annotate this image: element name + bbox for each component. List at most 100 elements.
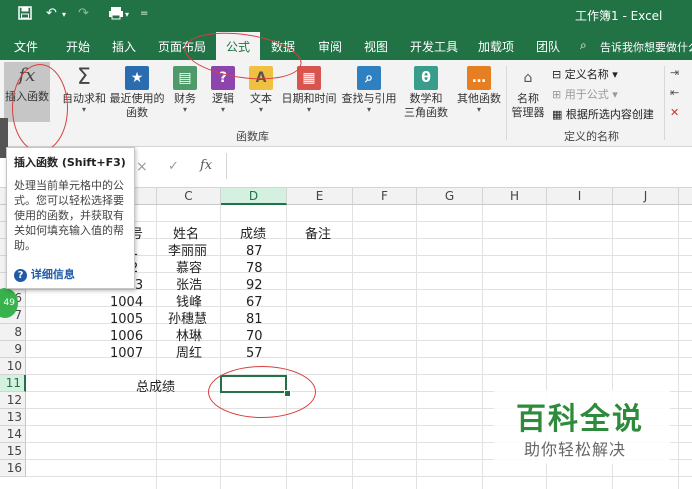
column-header-h[interactable]: H: [483, 188, 547, 205]
print-dropdown-icon[interactable]: ▾: [125, 10, 129, 19]
math-trig-button[interactable]: θ 数学和 三角函数: [400, 64, 452, 120]
cell-name[interactable]: 林琳: [176, 328, 202, 345]
watermark-title: 百科全说: [516, 402, 644, 437]
enter-icon[interactable]: ✓: [168, 159, 179, 174]
cell-score[interactable]: 70: [246, 328, 263, 345]
more-functions-icon: …: [467, 66, 491, 90]
watermark: 百科全说 助你轻松解决: [494, 390, 670, 464]
window-title: 工作簿1 - Excel: [575, 9, 663, 23]
cell-name[interactable]: 周红: [176, 345, 202, 362]
row-header[interactable]: 8: [0, 324, 26, 341]
save-icon[interactable]: [18, 6, 32, 24]
group-separator: [506, 66, 507, 140]
tooltip-body: 处理当前单元格中的公式。您可以轻松选择要使用的函数，并获取有关如何填充输入值的帮…: [14, 179, 124, 252]
trace-dependents-icon[interactable]: ⇤: [670, 86, 679, 99]
define-name-icon: ⊟: [552, 68, 562, 81]
cell-id[interactable]: 1005: [110, 311, 143, 328]
redo-icon: ↷: [78, 6, 89, 21]
ribbon-formulas: fx 插入函数 Σ 自动求和 ▾ ★ 最近使用的 函数 ▤ 财务 ▾ ? 逻辑 …: [0, 60, 692, 147]
cell-score[interactable]: 87: [246, 243, 263, 260]
tooltip-more-info-link[interactable]: ? 详细信息: [14, 266, 75, 282]
row-header[interactable]: 15: [0, 443, 26, 460]
tooltip-title: 插入函数 (Shift+F3): [14, 156, 126, 169]
cell-header-score[interactable]: 成绩: [240, 226, 266, 243]
remove-arrows-icon[interactable]: ✕: [670, 106, 679, 119]
lookup-reference-button[interactable]: ⌕ 查找与引用 ▾: [340, 64, 398, 114]
cell-name[interactable]: 张浩: [176, 277, 202, 294]
customize-qat-icon[interactable]: =: [140, 8, 148, 19]
create-from-selection-icon: ▦: [552, 108, 563, 121]
defined-names-group-label: 定义的名称: [564, 130, 619, 143]
cell-name[interactable]: 慕容: [176, 260, 202, 277]
tab-review[interactable]: 审阅: [318, 38, 342, 55]
watermark-subtitle: 助你轻松解决: [524, 440, 627, 459]
calendar-book-icon: ▦: [297, 66, 321, 90]
cell-id[interactable]: 1007: [110, 345, 143, 362]
print-preview-icon[interactable]: [108, 6, 124, 24]
column-header-e[interactable]: E: [287, 188, 353, 205]
recently-used-button[interactable]: ★ 最近使用的 函数: [108, 64, 166, 120]
cell-id[interactable]: 1004: [110, 294, 143, 311]
insert-function-tooltip: 插入函数 (Shift+F3) 处理当前单元格中的公式。您可以轻松选择要使用的函…: [6, 147, 135, 289]
tab-addins[interactable]: 加载项: [478, 38, 514, 55]
cell-header-note[interactable]: 备注: [305, 226, 331, 243]
column-header-d[interactable]: D: [221, 188, 287, 205]
lookup-book-icon: ⌕: [357, 66, 381, 90]
row-header-selected[interactable]: 11: [0, 375, 26, 392]
cell-name[interactable]: 孙穗慧: [168, 311, 207, 328]
row-header[interactable]: 16: [0, 460, 26, 477]
cell-score[interactable]: 57: [246, 345, 263, 362]
undo-dropdown-icon[interactable]: ▾: [62, 10, 66, 19]
column-header-c[interactable]: C: [157, 188, 221, 205]
column-header-f[interactable]: F: [353, 188, 417, 205]
cell-score[interactable]: 92: [246, 277, 263, 294]
more-functions-button[interactable]: … 其他函数 ▾: [454, 64, 504, 114]
cancel-icon[interactable]: ×: [136, 159, 148, 175]
use-in-formula-icon: ⊞: [552, 88, 562, 101]
finance-book-icon: ▤: [173, 66, 197, 90]
trace-precedents-icon[interactable]: ⇥: [670, 66, 679, 79]
undo-icon[interactable]: ↶: [46, 6, 57, 21]
financial-button[interactable]: ▤ 财务 ▾: [168, 64, 202, 114]
row-header[interactable]: 12: [0, 392, 26, 409]
column-header-j[interactable]: J: [613, 188, 679, 205]
tell-me-search-icon[interactable]: ⌕: [580, 38, 587, 53]
sigma-icon: Σ: [77, 65, 91, 90]
annotation-circle-total-cell: [208, 366, 316, 418]
fx-icon[interactable]: fx: [200, 158, 212, 173]
cell-header-name[interactable]: 姓名: [173, 226, 199, 243]
tab-insert[interactable]: 插入: [112, 38, 136, 55]
tab-team[interactable]: 团队: [536, 38, 560, 55]
ribbon-tabs: 文件 开始 插入 页面布局 公式 数据 审阅 视图 开发工具 加载项 团队 ⌕ …: [0, 30, 692, 60]
create-from-selection-button[interactable]: ▦ 根据所选内容创建: [552, 106, 654, 122]
tag-icon: ⌂: [523, 70, 533, 86]
name-manager-button[interactable]: ⌂ 名称 管理器: [508, 64, 548, 120]
tab-developer[interactable]: 开发工具: [410, 38, 458, 55]
column-header-g[interactable]: G: [417, 188, 483, 205]
column-header-i[interactable]: I: [547, 188, 613, 205]
math-book-icon: θ: [414, 66, 438, 90]
formula-input[interactable]: [226, 153, 692, 179]
help-icon: ?: [14, 269, 27, 282]
cell-total-label[interactable]: 总成绩: [136, 379, 175, 396]
annotation-circle-insert-function: [12, 64, 68, 152]
star-icon: ★: [125, 66, 149, 90]
define-name-button[interactable]: ⊟ 定义名称 ▾: [552, 66, 618, 82]
row-header[interactable]: 13: [0, 409, 26, 426]
cell-score[interactable]: 67: [246, 294, 263, 311]
cell-name[interactable]: 李丽丽: [168, 243, 207, 260]
tab-home[interactable]: 开始: [66, 38, 90, 55]
row-header[interactable]: 14: [0, 426, 26, 443]
row-header[interactable]: 10: [0, 358, 26, 375]
cell-name[interactable]: 钱峰: [176, 294, 202, 311]
use-in-formula-button: ⊞ 用于公式 ▾: [552, 88, 618, 101]
function-library-group-label: 函数库: [236, 130, 269, 143]
cell-id[interactable]: 1006: [110, 328, 143, 345]
tab-file[interactable]: 文件: [14, 38, 38, 55]
tab-view[interactable]: 视图: [364, 38, 388, 55]
cell-score[interactable]: 78: [246, 260, 263, 277]
title-bar: ↶ ▾ ↷ ▾ = 工作簿1 - Excel: [0, 0, 692, 30]
cell-score[interactable]: 81: [246, 311, 263, 328]
row-header[interactable]: 9: [0, 341, 26, 358]
tell-me-box[interactable]: 告诉我你想要做什么: [600, 39, 692, 55]
